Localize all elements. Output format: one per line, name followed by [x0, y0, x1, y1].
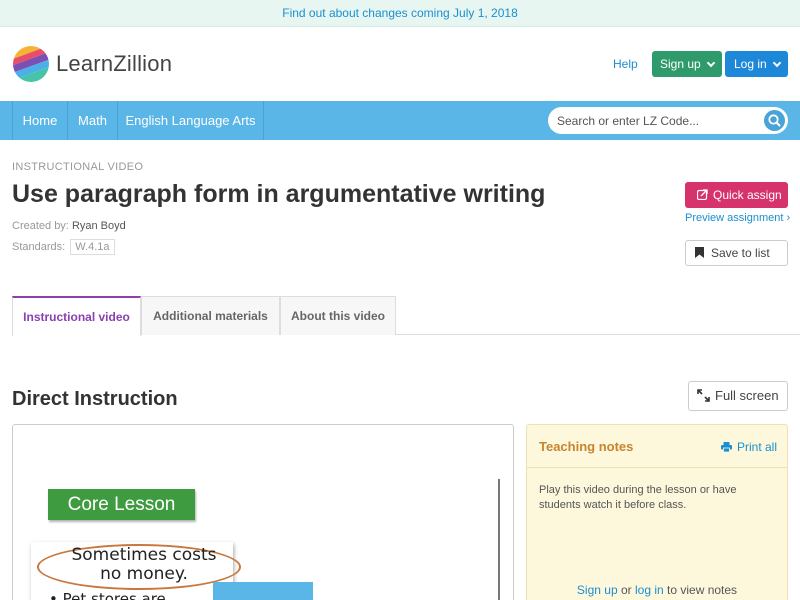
search-box [548, 107, 788, 134]
quick-assign-button[interactable]: Quick assign [685, 182, 788, 208]
preview-assignment-link[interactable]: Preview assignment › [685, 212, 790, 224]
announcement-banner[interactable]: Find out about changes coming July 1, 20… [0, 0, 800, 27]
teaching-notes-title: Teaching notes [539, 439, 634, 454]
author-link[interactable]: Ryan Boyd [72, 220, 126, 232]
teaching-notes-header: Teaching notes Print all [527, 425, 787, 468]
full-screen-label: Full screen [715, 388, 779, 403]
site-header: LearnZillion Help Sign up Log in [0, 27, 800, 101]
tab-about-this-video[interactable]: About this video [280, 296, 396, 335]
teaching-notes-text: Play this video during the lesson or hav… [539, 484, 737, 511]
notes-tail-text: to view notes [667, 583, 738, 597]
standards: Standards: W.4.1a [12, 239, 115, 255]
notes-login-link[interactable]: log in [635, 583, 664, 597]
login-button[interactable]: Log in [725, 51, 788, 77]
expand-icon [697, 389, 710, 402]
video-paper: Sometimes costs no money. • Pet stores a… [31, 542, 241, 600]
chevron-down-icon [772, 58, 781, 68]
page-title: Use paragraph form in argumentative writ… [12, 180, 546, 208]
help-link[interactable]: Help [613, 57, 638, 71]
core-lesson-label: Core Lesson [48, 489, 195, 520]
paper-sentence: Sometimes costs no money. [71, 545, 217, 584]
notes-or-text: or [620, 583, 632, 597]
printer-icon [721, 442, 732, 453]
notes-signup-prompt: Sign up or log in to view notes [527, 583, 787, 597]
standard-badge[interactable]: W.4.1a [70, 239, 115, 255]
section-title: Direct Instruction [12, 388, 178, 410]
full-screen-button[interactable]: Full screen [688, 381, 788, 411]
video-player[interactable]: Core Lesson Sometimes costs no money. • … [12, 424, 514, 600]
print-all-button[interactable]: Print all [721, 440, 777, 454]
search-icon [768, 114, 781, 127]
chevron-down-icon [706, 58, 715, 68]
standards-label: Standards: [12, 241, 66, 253]
nav-item-math[interactable]: Math [68, 101, 118, 140]
paper-bullet: • Pet stores are [49, 590, 166, 600]
announcement-link[interactable]: Find out about changes coming July 1, 20… [282, 6, 518, 20]
tab-instructional-video[interactable]: Instructional video [12, 296, 141, 336]
save-to-list-button[interactable]: Save to list [685, 240, 788, 266]
search-button[interactable] [764, 110, 785, 131]
signup-label: Sign up [660, 57, 701, 71]
created-by: Created by: Ryan Boyd [12, 220, 126, 232]
search-input[interactable] [557, 107, 757, 134]
logo[interactable]: LearnZillion [12, 45, 172, 83]
quick-assign-label: Quick assign [713, 188, 782, 202]
created-by-label: Created by: [12, 220, 69, 232]
board-edge [498, 479, 500, 600]
video-play-overlay[interactable] [213, 582, 313, 600]
notes-signup-link[interactable]: Sign up [577, 583, 618, 597]
nav-item-home[interactable]: Home [12, 101, 68, 140]
main-nav: Home Math English Language Arts [0, 101, 800, 140]
save-to-list-label: Save to list [711, 246, 770, 260]
share-icon [696, 189, 708, 201]
content-type-label: INSTRUCTIONAL VIDEO [12, 161, 144, 173]
signup-button[interactable]: Sign up [652, 51, 722, 77]
tab-additional-materials[interactable]: Additional materials [141, 296, 280, 335]
logo-icon [13, 46, 49, 82]
login-label: Log in [734, 57, 767, 71]
logo-text: LearnZillion [56, 51, 173, 76]
nav-item-english-language-arts[interactable]: English Language Arts [118, 101, 264, 140]
print-all-label: Print all [737, 440, 778, 454]
teaching-notes-panel: Teaching notes Print all Play this video… [526, 424, 788, 600]
bookmark-icon [695, 247, 704, 258]
